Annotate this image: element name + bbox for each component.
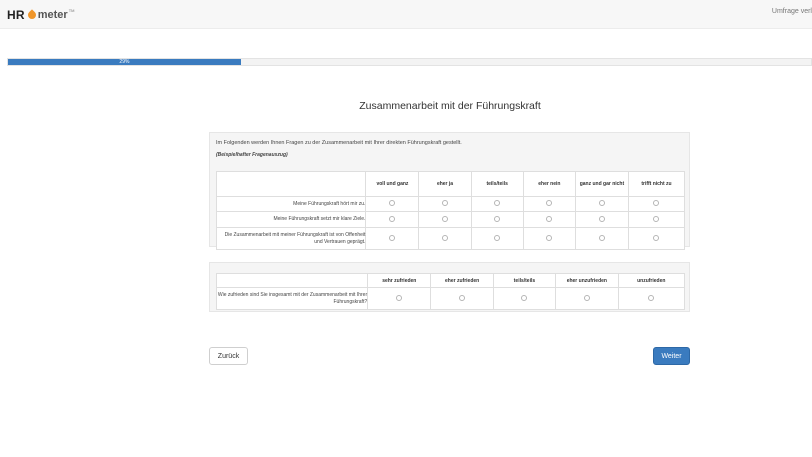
row-label: Die Zusammenarbeit mit meiner Führungskr… bbox=[215, 227, 367, 250]
radio-cell[interactable] bbox=[627, 211, 686, 228]
matrix-table-2: sehr zufrieden eher zufrieden teils/teil… bbox=[215, 273, 686, 310]
matrix-header-empty bbox=[215, 171, 367, 197]
radio-button[interactable] bbox=[583, 294, 590, 301]
table-row: Meine Führungskraft setzt mir klare Ziel… bbox=[215, 211, 686, 228]
question-note: (Beispielhafter Fragenauszug) bbox=[216, 152, 288, 158]
row-label: Meine Führungskraft hört mir zu. bbox=[215, 196, 367, 212]
radio-cell[interactable] bbox=[574, 227, 629, 250]
radio-cell[interactable] bbox=[430, 287, 494, 310]
radio-button[interactable] bbox=[442, 215, 448, 222]
question-title: Zusammenarbeit mit der Führungskraft bbox=[359, 100, 541, 112]
survey-header-text: Umfrage verl bbox=[771, 8, 812, 15]
row-label: Wie zufrieden sind Sie insgesamt mit der… bbox=[215, 287, 369, 310]
radio-cell[interactable] bbox=[522, 227, 576, 250]
radio-cell[interactable] bbox=[418, 196, 472, 212]
radio-cell[interactable] bbox=[365, 227, 420, 250]
column-header: voll und ganz bbox=[365, 171, 420, 197]
radio-button[interactable] bbox=[546, 200, 553, 206]
logo-hr-text: HR bbox=[7, 8, 25, 22]
radio-button[interactable] bbox=[459, 294, 466, 301]
radio-cell[interactable] bbox=[367, 287, 432, 310]
progress-fill: 29% bbox=[8, 59, 241, 65]
radio-cell[interactable] bbox=[574, 196, 629, 212]
next-button[interactable]: Weiter bbox=[653, 347, 690, 365]
radio-button[interactable] bbox=[389, 200, 396, 206]
radio-button[interactable] bbox=[389, 215, 396, 222]
column-header: eher ja bbox=[418, 171, 472, 197]
progress-bar: 29% bbox=[7, 58, 812, 66]
radio-cell[interactable] bbox=[418, 227, 472, 250]
radio-cell[interactable] bbox=[470, 211, 524, 228]
radio-cell[interactable] bbox=[365, 211, 420, 228]
hrmeter-logo: HR meter TM bbox=[7, 7, 74, 23]
matrix-table-1: voll und ganz eher ja teils/teils eher n… bbox=[215, 171, 686, 250]
radio-cell[interactable] bbox=[522, 211, 576, 228]
back-button[interactable]: Zurück bbox=[209, 347, 248, 365]
question-panel-matrix: Im Folgenden werden Ihnen Fragen zu der … bbox=[209, 132, 690, 250]
radio-button[interactable] bbox=[494, 200, 501, 206]
radio-cell[interactable] bbox=[470, 227, 524, 250]
radio-cell[interactable] bbox=[627, 227, 686, 250]
matrix-header-empty bbox=[215, 273, 369, 288]
radio-cell[interactable] bbox=[365, 196, 420, 212]
question-intro: Im Folgenden werden Ihnen Fragen zu der … bbox=[216, 140, 462, 146]
radio-button[interactable] bbox=[648, 294, 655, 301]
radio-button[interactable] bbox=[653, 200, 660, 206]
progress-label: 29% bbox=[119, 59, 130, 65]
column-header: unzufrieden bbox=[617, 273, 686, 288]
question-panel-satisfaction: sehr zufrieden eher zufrieden teils/teil… bbox=[209, 262, 690, 312]
radio-cell[interactable] bbox=[522, 196, 576, 212]
trademark-mark: TM bbox=[68, 7, 75, 13]
radio-cell[interactable] bbox=[492, 287, 557, 310]
table-row: Wie zufrieden sind Sie insgesamt mit der… bbox=[215, 287, 686, 310]
column-header: eher zufrieden bbox=[430, 273, 494, 288]
radio-button[interactable] bbox=[396, 294, 403, 301]
column-header: eher unzufrieden bbox=[555, 273, 619, 288]
top-bar: HR meter TM Umfrage verl bbox=[0, 0, 812, 29]
radio-button[interactable] bbox=[494, 234, 501, 241]
column-header: eher nein bbox=[522, 171, 576, 197]
radio-button[interactable] bbox=[442, 200, 448, 206]
radio-button[interactable] bbox=[653, 234, 660, 241]
logo-meter-text: meter bbox=[37, 9, 68, 21]
column-header: trifft nicht zu bbox=[627, 171, 686, 197]
radio-button[interactable] bbox=[598, 234, 605, 241]
radio-button[interactable] bbox=[389, 234, 396, 241]
radio-cell[interactable] bbox=[627, 196, 686, 212]
table-row: Die Zusammenarbeit mit meiner Führungskr… bbox=[215, 227, 686, 250]
radio-cell[interactable] bbox=[418, 211, 472, 228]
radio-cell[interactable] bbox=[555, 287, 619, 310]
radio-cell[interactable] bbox=[617, 287, 686, 310]
column-header: teils/teils bbox=[470, 171, 524, 197]
radio-button[interactable] bbox=[598, 215, 605, 222]
column-header: ganz und gar nicht bbox=[574, 171, 629, 197]
radio-button[interactable] bbox=[442, 234, 448, 241]
column-header: sehr zufrieden bbox=[367, 273, 432, 288]
radio-button[interactable] bbox=[653, 215, 660, 222]
table-row: Meine Führungskraft hört mir zu. bbox=[215, 196, 686, 212]
drop-icon bbox=[26, 9, 38, 21]
radio-button[interactable] bbox=[521, 294, 528, 301]
radio-cell[interactable] bbox=[574, 211, 629, 228]
row-label: Meine Führungskraft setzt mir klare Ziel… bbox=[215, 211, 367, 228]
radio-button[interactable] bbox=[546, 215, 553, 222]
radio-button[interactable] bbox=[546, 234, 553, 241]
radio-button[interactable] bbox=[598, 200, 605, 206]
column-header: teils/teils bbox=[492, 273, 557, 288]
radio-button[interactable] bbox=[494, 215, 501, 222]
radio-cell[interactable] bbox=[470, 196, 524, 212]
